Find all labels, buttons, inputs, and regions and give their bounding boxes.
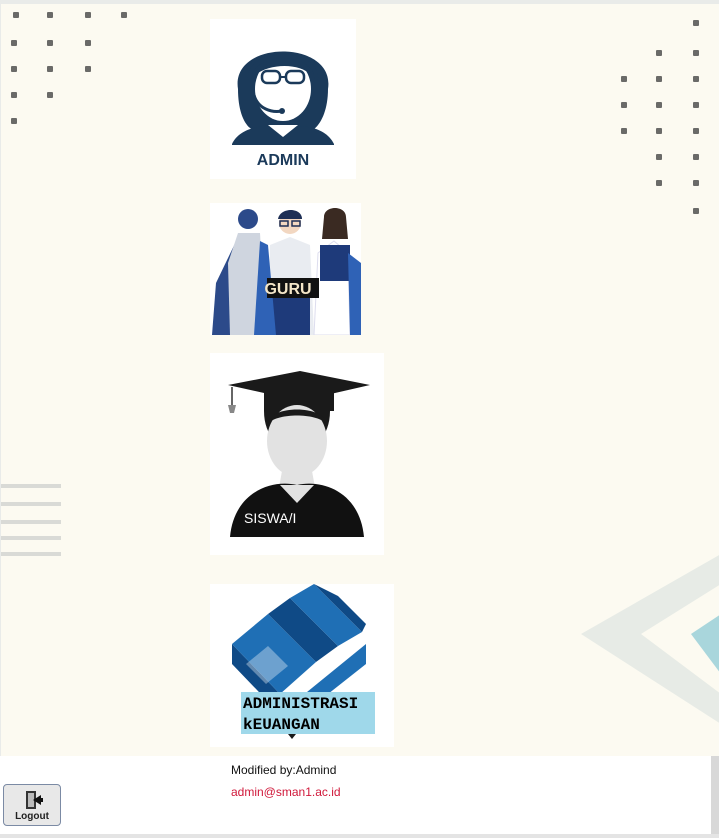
- logout-button[interactable]: Logout: [3, 784, 61, 826]
- guru-icon: GURU: [212, 208, 361, 336]
- email-link[interactable]: admin@sman1.ac.id: [231, 785, 341, 799]
- logout-icon: [26, 791, 43, 809]
- siswa-tile[interactable]: SISWA/I: [210, 353, 384, 555]
- admin-label: ADMIN: [257, 152, 309, 169]
- footer: [0, 756, 711, 834]
- admin-icon: ADMIN: [232, 51, 334, 169]
- keuangan-tile[interactable]: ADMINISTRASI kEUANGAN: [210, 584, 394, 747]
- guru-tile[interactable]: GURU: [210, 203, 361, 336]
- decor-diamond: [581, 555, 719, 723]
- bottom-border: [0, 834, 719, 838]
- siswa-label: SISWA/I: [244, 510, 296, 526]
- siswa-icon: SISWA/I: [228, 371, 370, 537]
- right-scrollbar-track: [711, 756, 719, 834]
- keuangan-icon: ADMINISTRASI kEUANGAN: [232, 584, 375, 739]
- keuangan-label-line1: ADMINISTRASI: [243, 695, 358, 713]
- modified-by-text: Modified by:Admind: [231, 763, 337, 777]
- logout-label: Logout: [15, 811, 49, 822]
- guru-label: GURU: [264, 281, 311, 298]
- admin-tile[interactable]: ADMIN: [210, 19, 356, 179]
- keuangan-label-line2: kEUANGAN: [243, 716, 320, 734]
